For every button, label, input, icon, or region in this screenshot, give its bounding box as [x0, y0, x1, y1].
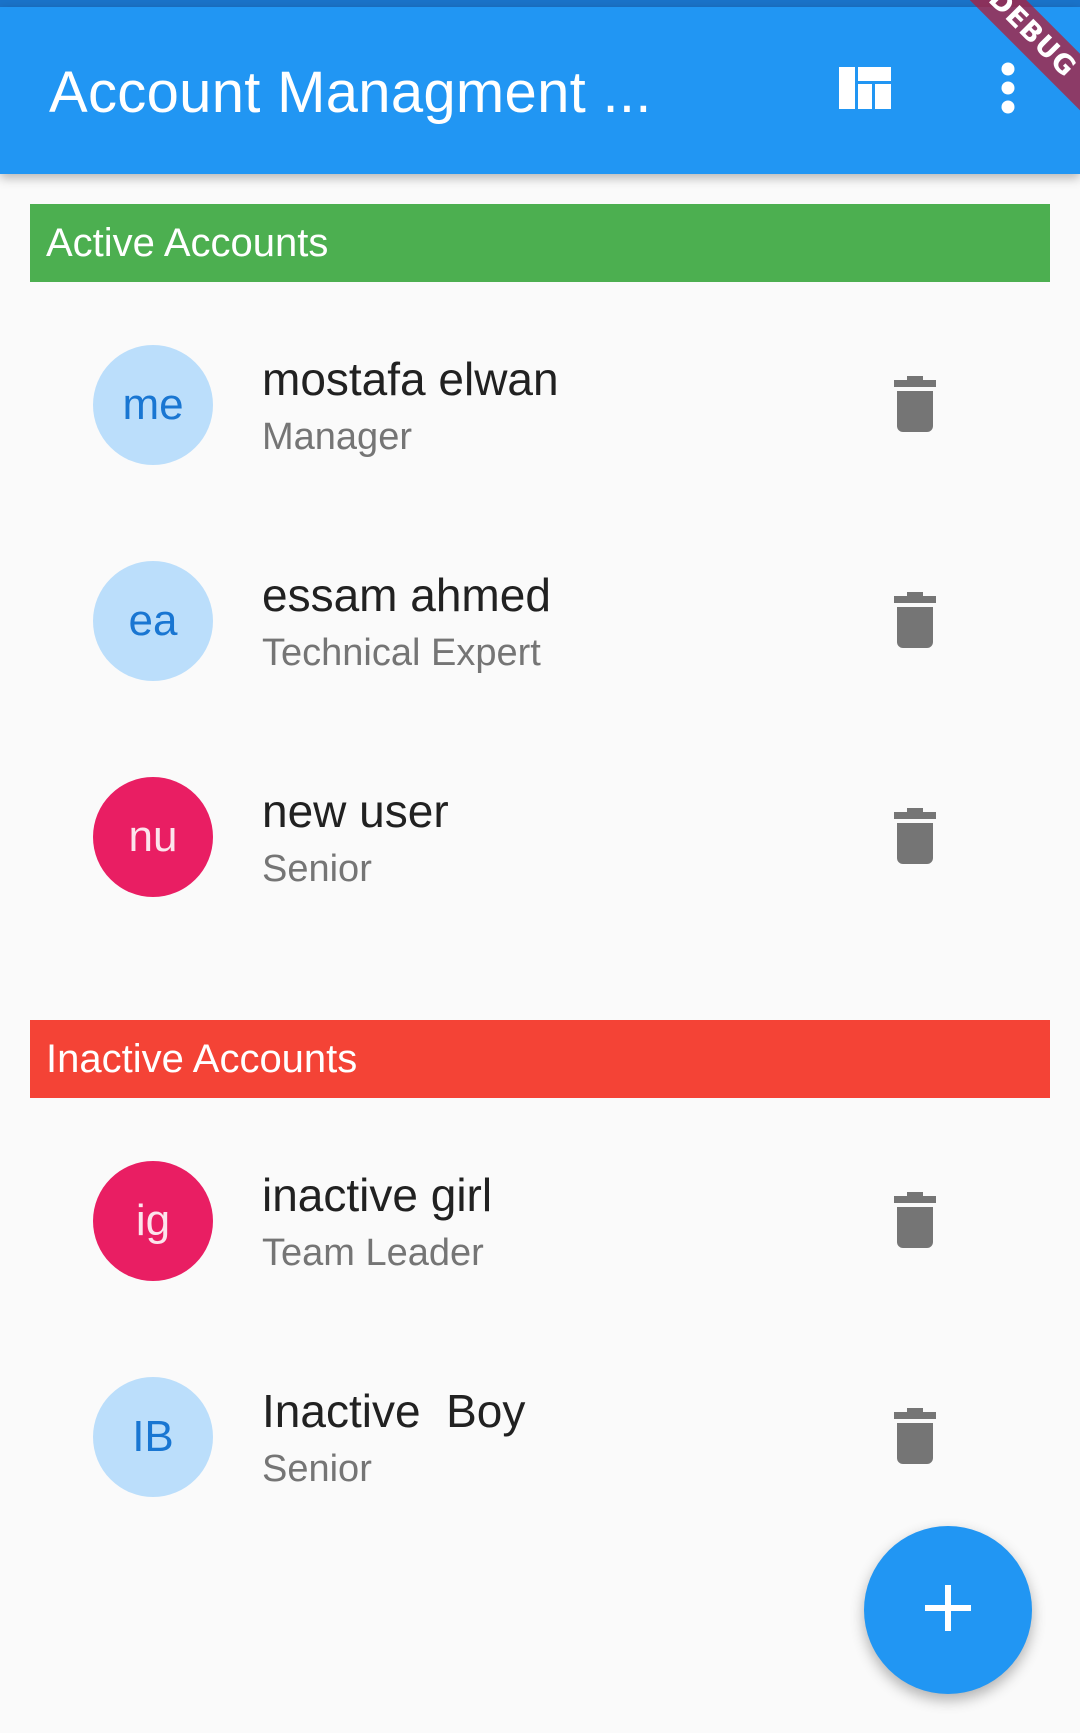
account-row[interactable]: ea essam ahmed Technical Expert: [0, 526, 1080, 716]
page-title: Account Managment ...: [49, 60, 652, 125]
delete-button[interactable]: [870, 361, 960, 451]
avatar: me: [93, 345, 213, 465]
account-role: Manager: [262, 416, 412, 458]
account-row[interactable]: nu new user Senior: [0, 742, 1080, 932]
avatar: nu: [93, 777, 213, 897]
trash-icon: [894, 591, 936, 653]
avatar: ea: [93, 561, 213, 681]
account-role: Senior: [262, 1448, 372, 1490]
status-bar-line: [0, 0, 1080, 7]
account-row[interactable]: IB Inactive Boy Senior: [0, 1342, 1080, 1532]
account-row[interactable]: me mostafa elwan Manager: [0, 310, 1080, 500]
more-vert-icon: [1000, 62, 1016, 119]
account-name: Inactive Boy: [262, 1385, 526, 1437]
trash-icon: [894, 1191, 936, 1253]
account-name: new user: [262, 785, 449, 837]
trash-icon: [894, 1407, 936, 1469]
avatar: ig: [93, 1161, 213, 1281]
section-header-active: Active Accounts: [30, 204, 1050, 282]
account-role: Team Leader: [262, 1232, 484, 1274]
account-name: essam ahmed: [262, 569, 551, 621]
dashboard-icon: [839, 66, 891, 114]
trash-icon: [894, 807, 936, 869]
add-icon: [925, 1584, 971, 1636]
delete-button[interactable]: [870, 1177, 960, 1267]
delete-button[interactable]: [870, 577, 960, 667]
account-row[interactable]: ig inactive girl Team Leader: [0, 1126, 1080, 1316]
app-bar: Account Managment ...: [0, 7, 1080, 174]
account-role: Senior: [262, 848, 372, 890]
delete-button[interactable]: [870, 793, 960, 883]
trash-icon: [894, 375, 936, 437]
section-header-inactive: Inactive Accounts: [30, 1020, 1050, 1098]
delete-button[interactable]: [870, 1393, 960, 1483]
dashboard-button[interactable]: [822, 47, 908, 133]
account-name: inactive girl: [262, 1169, 493, 1221]
add-account-button[interactable]: [864, 1526, 1032, 1694]
account-name: mostafa elwan: [262, 353, 559, 405]
account-role: Technical Expert: [262, 632, 541, 674]
avatar: IB: [93, 1377, 213, 1497]
